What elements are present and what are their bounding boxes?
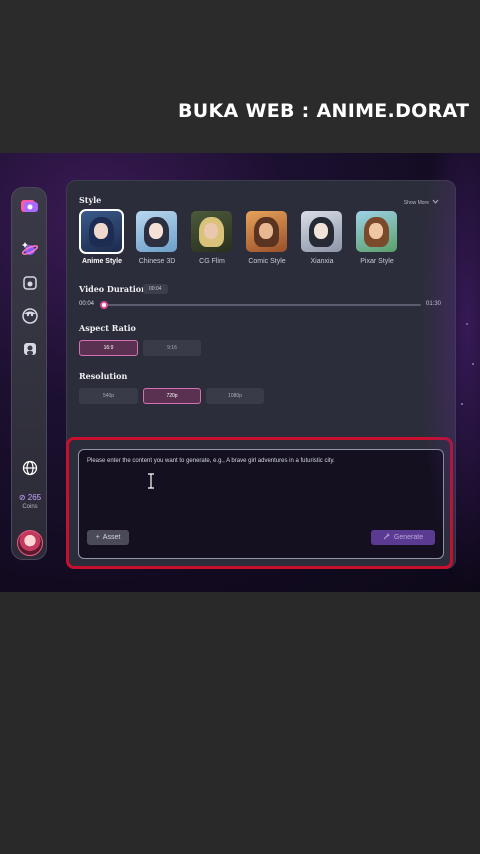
style-option-anime[interactable]: Anime Style [79,209,125,265]
background-star [461,403,463,405]
slider-track[interactable] [101,304,421,306]
anime-style-thumbnail [79,209,124,254]
style-option-cg-film[interactable]: CG Flim [191,211,235,265]
style-option-comic[interactable]: Comic Style [246,211,290,265]
sparkle-planet-icon[interactable] [20,239,40,259]
prompt-placeholder: Please enter the content you want to gen… [87,458,335,464]
cg-film-thumbnail [191,211,232,252]
duration-badge: 00:04 [143,284,168,294]
duration-slider[interactable]: 00:04 01:30 [79,299,441,311]
style-name: Chinese 3D [138,258,176,265]
xianxia-thumbnail [301,211,342,252]
coins-label: Coins [22,504,38,510]
video-camera-icon[interactable] [20,196,40,216]
video-duration-label: Video Duration [79,284,147,294]
banner-text: BUKA WEB : ANIME.DORAT [178,100,470,122]
screen: BUKA WEB : ANIME.DORAT ⊘ 265 Coins Style… [0,0,480,854]
show-more-button[interactable]: Show More [404,199,439,206]
photo-icon[interactable] [20,273,40,293]
magic-wand-icon [383,533,390,542]
portrait-icon[interactable] [20,339,40,359]
coin-icon: ⊘ [18,493,26,502]
resolution-1080p-button[interactable]: 1080p [206,388,264,404]
resolution-720p-button[interactable]: 720p [143,388,201,404]
resolution-label: Resolution [79,371,128,381]
coins-count: ⊘ 265 [18,493,42,502]
prompt-input[interactable]: Please enter the content you want to gen… [78,449,444,559]
generate-button[interactable]: Generate [371,530,435,545]
asset-button[interactable]: + Asset [87,530,129,545]
style-label: Style [79,195,102,205]
top-banner: BUKA WEB : ANIME.DORAT [0,0,480,153]
face-icon[interactable] [20,306,40,326]
style-name: Pixar Style [360,258,394,265]
style-name: Anime Style [81,258,123,265]
style-option-xianxia[interactable]: Xianxia [301,211,345,265]
pixar-style-thumbnail [356,211,397,252]
style-name: Comic Style [248,258,286,265]
style-option-pixar[interactable]: Pixar Style [356,211,400,265]
duration-end: 01:30 [425,301,441,307]
plus-icon: + [95,534,100,541]
aspect-9-16-button[interactable]: 9:16 [143,340,201,356]
style-name: Xianxia [310,258,334,265]
text-cursor-icon [147,473,155,489]
background-star [466,323,468,325]
style-list: Anime Style Chinese 3D CG Flim Comic Sty… [79,209,400,269]
avatar[interactable] [17,530,43,556]
chevron-down-icon [432,199,439,206]
background-star [472,363,474,365]
sidebar: ⊘ 265 Coins [11,187,47,560]
slider-handle[interactable] [100,301,108,309]
aspect-16-9-button[interactable]: 16:9 [79,340,138,356]
resolution-540p-button[interactable]: 540p [79,388,138,404]
style-option-chinese-3d[interactable]: Chinese 3D [136,211,180,265]
aspect-ratio-label: Aspect Ratio [79,323,136,333]
chinese-3d-thumbnail [136,211,177,252]
globe-icon[interactable] [20,458,40,478]
app-window: ⊘ 265 Coins Style Show More Anime Style … [0,153,480,592]
duration-start: 00:04 [79,301,95,307]
style-name: CG Flim [199,258,225,265]
comic-style-thumbnail [246,211,287,252]
